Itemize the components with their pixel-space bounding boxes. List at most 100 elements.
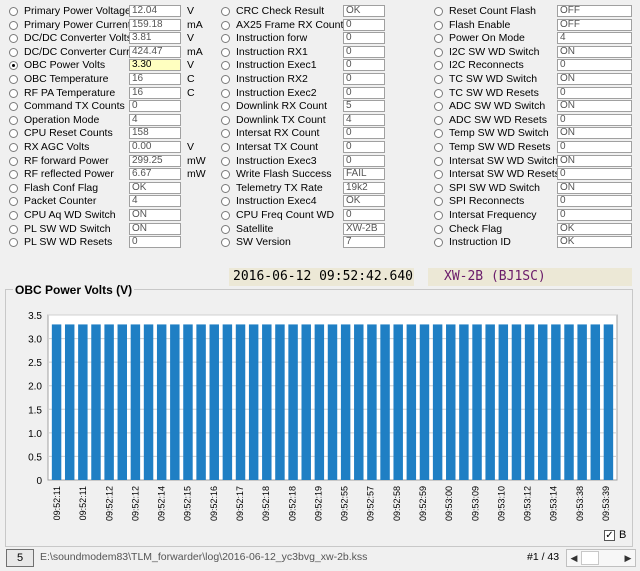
cpu-aq-wd-switch-radio[interactable] [9,210,18,220]
bar-11 [183,324,193,480]
i2c-sw-wd-switch-radio[interactable] [434,47,443,57]
i2c-reconnects-radio[interactable] [434,61,443,71]
intersat-sw-wd-resets-radio[interactable] [434,170,443,180]
adc-sw-wd-resets-radio[interactable] [434,115,443,125]
flash-conf-flag-radio[interactable] [9,183,18,193]
check-flag-radio[interactable] [434,224,443,234]
telemetry-value: 0 [557,59,632,72]
telemetry-value: 0 [343,45,385,58]
telemetry-label: Instruction Exec2 [236,86,317,99]
adc-sw-wd-switch-radio[interactable] [434,102,443,112]
series-b-checkbox[interactable]: ✓ [604,530,615,541]
pl-sw-wd-switch-radio[interactable] [9,224,18,234]
instruction-forw-radio[interactable] [221,34,230,44]
instruction-exec2-radio[interactable] [221,88,230,98]
telemetry-label: Satellite [236,222,274,235]
telemetry-unit: V [187,140,195,153]
bar-26 [380,324,390,480]
cpu-reset-counts-radio[interactable] [9,129,18,139]
chart-title: OBC Power Volts (V) [13,283,135,297]
x-tick-label: 09:53:12 [523,486,533,521]
telemetry-unit: C [187,72,195,85]
rf-pa-temperature-radio[interactable] [9,88,18,98]
record-counter: #1 / 43 [527,551,560,563]
instruction-rx1-radio[interactable] [221,47,230,57]
scroll-thumb[interactable] [581,551,599,565]
instruction-rx2-radio[interactable] [221,74,230,84]
cpu-freq-count-wd-radio[interactable] [221,210,230,220]
telemetry-label: Instruction Exec1 [236,59,317,72]
downlink-rx-count-radio[interactable] [221,102,230,112]
dc-dc-converter-curr-radio[interactable] [9,47,18,57]
dc-dc-converter-volts-radio[interactable] [9,34,18,44]
obc-temperature-radio[interactable] [9,74,18,84]
flash-enable-radio[interactable] [434,20,443,30]
downlink-tx-count-radio[interactable] [221,115,230,125]
telemetry-value: 0 [343,127,385,140]
sw-version-radio[interactable] [221,238,230,248]
bar-22 [327,324,338,480]
temp-sw-wd-resets-radio[interactable] [434,142,443,152]
telemetry-unit: C [187,86,195,99]
spi-sw-wd-switch-radio[interactable] [434,183,443,193]
x-tick-label: 09:52:55 [340,486,350,521]
telemetry-label: Intersat SW WD Switch [449,154,559,167]
y-tick-label: 3.5 [28,311,42,322]
bar-33 [472,324,482,480]
bar-31 [446,324,456,480]
record-5-button[interactable]: 5 [6,549,34,567]
bar-38 [538,324,548,480]
intersat-sw-wd-switch-radio[interactable] [434,156,443,166]
spi-reconnects-radio[interactable] [434,197,443,207]
packet-counter-radio[interactable] [9,197,18,207]
telemetry-label: Instruction RX2 [236,72,308,85]
tc-sw-wd-switch-radio[interactable] [434,74,443,84]
instruction-id-radio[interactable] [434,238,443,248]
scroll-left-arrow-icon[interactable]: ◀ [567,550,581,566]
telemetry-label: Telemetry TX Rate [236,181,323,194]
operation-mode-radio[interactable] [9,115,18,125]
primary-power-voltage-radio[interactable] [9,7,18,16]
temp-sw-wd-switch-radio[interactable] [434,129,443,139]
bar-24 [354,324,364,480]
telemetry-value: 4 [343,113,385,126]
telemetry-tx-rate-radio[interactable] [221,183,230,193]
telemetry-label: Intersat TX Count [236,140,319,153]
satellite-radio[interactable] [221,224,230,234]
telemetry-label: Flash Enable [449,18,511,31]
telemetry-value: 0 [343,59,385,72]
telemetry-label: Intersat Frequency [449,208,537,221]
telemetry-value: 4 [557,32,632,45]
rf-reflected-power-radio[interactable] [9,170,18,180]
primary-power-current-radio[interactable] [9,20,18,30]
bar-20 [301,324,311,480]
telemetry-value: 159.18 [129,18,181,31]
telemetry-value: 424.47 [129,45,181,58]
telemetry-label: Operation Mode [24,113,100,126]
instruction-exec1-radio[interactable] [221,61,230,71]
reset-count-flash-radio[interactable] [434,7,443,16]
rx-agc-volts-radio[interactable] [9,142,18,152]
scroll-right-arrow-icon[interactable]: ▶ [621,550,635,566]
rf-forward-power-radio[interactable] [9,156,18,166]
ax25-frame-rx-count-radio[interactable] [221,20,230,30]
write-flash-success-radio[interactable] [221,170,230,180]
tc-sw-wd-resets-radio[interactable] [434,88,443,98]
record-scrollbar[interactable]: ◀ ▶ [566,549,636,567]
crc-check-result-radio[interactable] [221,7,230,16]
x-tick-label: 09:53:39 [601,486,611,521]
instruction-exec3-radio[interactable] [221,156,230,166]
intersat-tx-count-radio[interactable] [221,142,230,152]
intersat-frequency-radio[interactable] [434,210,443,220]
bar-21 [314,324,325,480]
intersat-rx-count-radio[interactable] [221,129,230,139]
command-tx-counts-radio[interactable] [9,102,18,112]
telemetry-value: ON [557,127,632,140]
instruction-exec4-radio[interactable] [221,197,230,207]
telemetry-label: RF forward Power [24,154,109,167]
bar-37 [524,324,535,480]
pl-sw-wd-resets-radio[interactable] [9,238,18,248]
power-on-mode-radio[interactable] [434,34,443,44]
bar-1 [51,324,62,480]
obc-power-volts-radio[interactable] [9,61,18,71]
